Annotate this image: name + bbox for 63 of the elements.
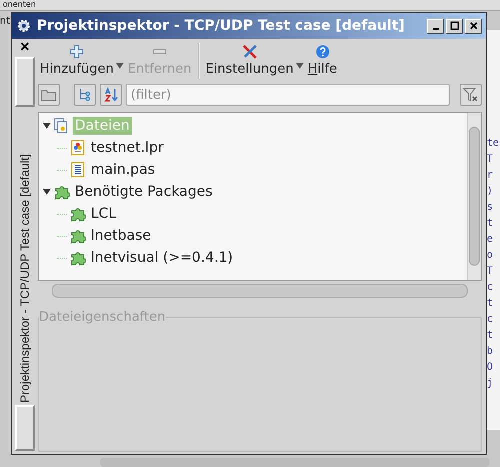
tools-icon xyxy=(242,45,257,59)
code-text: j xyxy=(487,378,494,389)
code-text: r xyxy=(487,170,494,181)
dock-grip[interactable] xyxy=(15,405,35,451)
minimize-button[interactable] xyxy=(427,18,444,34)
tree-item[interactable]: testnet.lpr xyxy=(89,139,166,157)
code-text: t xyxy=(487,298,494,309)
files-icon xyxy=(54,118,70,134)
code-text: t xyxy=(487,218,494,229)
dock-caption: Projektinspektor - TCP/UDP Test case [default] xyxy=(18,153,32,403)
sort-icon xyxy=(103,87,119,103)
code-text: T xyxy=(487,154,494,165)
minimize-icon xyxy=(432,28,438,30)
toolbar-button[interactable]: Hinzufügen xyxy=(38,41,116,77)
tree-item[interactable]: main.pas xyxy=(89,161,158,179)
clear-filter-button[interactable] xyxy=(460,84,482,106)
program-file-icon xyxy=(70,140,86,156)
code-text: O xyxy=(487,362,494,373)
filter-field[interactable]: (filter) xyxy=(126,84,450,106)
code-text: b xyxy=(487,346,494,357)
code-text: te xyxy=(487,138,500,149)
unit-file-icon xyxy=(70,162,86,178)
code-text: s xyxy=(487,202,494,213)
toolbar-button[interactable]: Einstellungen xyxy=(204,41,296,77)
dropdown-arrow-icon[interactable] xyxy=(296,63,304,69)
puzzle-piece-icon xyxy=(54,184,70,200)
code-text: c xyxy=(487,282,494,293)
horizontal-scrollbar[interactable] xyxy=(52,284,468,298)
close-button[interactable]: × xyxy=(20,41,30,55)
open-folder-button[interactable] xyxy=(38,84,60,106)
side-label: nt xyxy=(0,16,10,27)
collapse-arrow-icon[interactable] xyxy=(43,122,51,130)
plus-icon xyxy=(70,45,84,59)
code-text: t xyxy=(487,330,494,341)
code-text: o xyxy=(487,250,494,261)
dropdown-arrow-icon[interactable] xyxy=(116,63,124,69)
gear-icon xyxy=(16,18,32,34)
maximize-icon xyxy=(450,21,460,31)
sort-button[interactable] xyxy=(100,84,122,106)
dock-grip[interactable] xyxy=(15,57,35,107)
tree-item[interactable]: LCL xyxy=(89,205,118,223)
vertical-scrollbar[interactable] xyxy=(467,113,481,280)
tree-item[interactable]: lnetbase xyxy=(89,227,154,245)
toolbar-button[interactable]: Hilfe xyxy=(306,41,340,77)
collapse-arrow-icon[interactable] xyxy=(43,188,51,196)
close-button[interactable] xyxy=(465,18,482,34)
window-title: Projektinspektor - TCP/UDP Test case [default] xyxy=(37,18,406,34)
tree-item[interactable]: Benötigte Packages xyxy=(73,183,215,201)
code-text: e xyxy=(487,234,494,245)
code-text: ) xyxy=(487,186,494,197)
group-title: Dateieigenschaften xyxy=(39,310,166,325)
puzzle-piece-icon xyxy=(70,228,86,244)
help-icon xyxy=(316,45,330,59)
close-icon xyxy=(468,21,478,31)
code-text: c xyxy=(487,314,494,325)
tree-view-button[interactable] xyxy=(74,84,96,106)
tree-item[interactable]: lnetvisual (>=0.4.1) xyxy=(89,249,236,267)
tab-label[interactable]: onenten xyxy=(0,0,40,9)
code-text: T xyxy=(487,266,494,277)
maximize-button[interactable] xyxy=(446,18,463,34)
puzzle-piece-icon xyxy=(70,206,86,222)
puzzle-piece-icon xyxy=(70,250,86,266)
filter-clear-icon xyxy=(463,87,479,103)
